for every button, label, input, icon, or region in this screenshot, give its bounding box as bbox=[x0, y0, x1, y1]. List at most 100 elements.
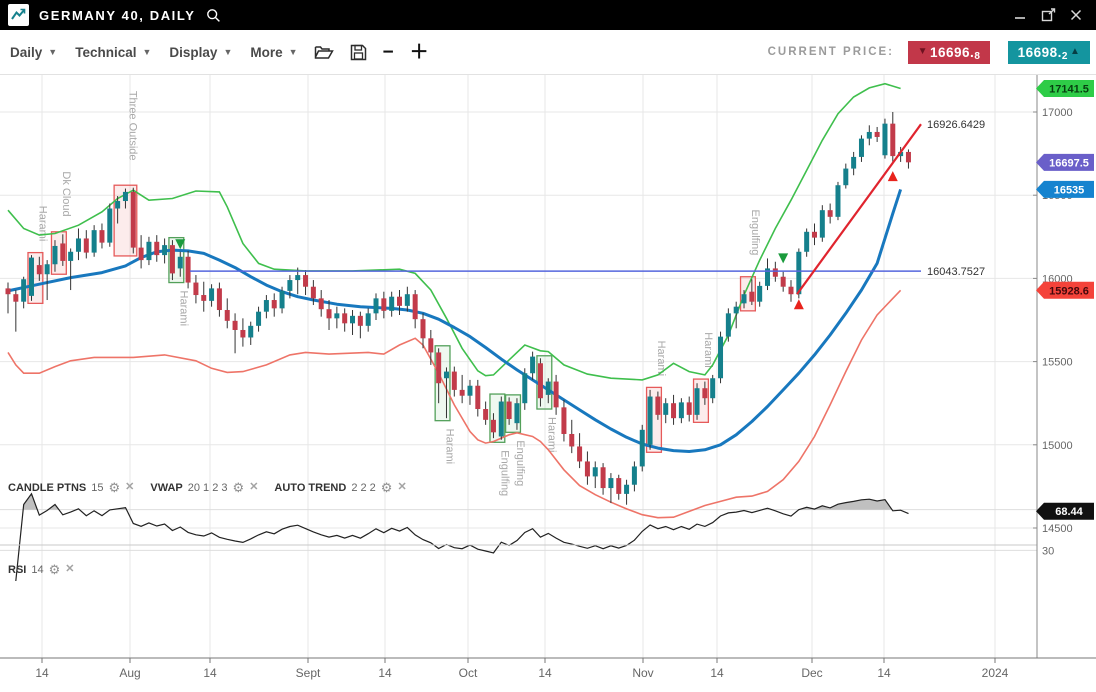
time-axis-label: 14 bbox=[877, 666, 891, 680]
time-axis-label: Sept bbox=[296, 666, 321, 680]
candle-up bbox=[123, 192, 128, 201]
pattern-label: Harami bbox=[702, 332, 714, 367]
candle-up bbox=[350, 316, 355, 323]
candle-up bbox=[514, 403, 519, 423]
price-tag: 17141.5 bbox=[1036, 80, 1094, 97]
candle-up bbox=[757, 286, 762, 302]
candle-up bbox=[280, 291, 285, 308]
candle-down bbox=[452, 372, 457, 390]
zoom-in-button[interactable]: ＋ bbox=[410, 43, 429, 62]
sell-signal-icon bbox=[778, 253, 788, 263]
candle-down bbox=[773, 268, 778, 276]
menu-daily[interactable]: Daily ▼ bbox=[10, 45, 57, 60]
price-tag-value: 17141.5 bbox=[1049, 83, 1089, 95]
zoom-out-button[interactable]: − bbox=[383, 43, 394, 62]
arrow-down-icon: ▼ bbox=[918, 47, 928, 57]
candle-down bbox=[655, 397, 660, 415]
candle-up bbox=[734, 307, 739, 314]
candle-down bbox=[240, 330, 245, 337]
time-axis-label: Oct bbox=[459, 666, 478, 680]
close-button[interactable] bbox=[1066, 5, 1086, 25]
pattern-label: Engulfing bbox=[498, 450, 510, 496]
app-chart-icon bbox=[8, 4, 29, 26]
candle-up bbox=[882, 124, 887, 156]
price-chart-canvas[interactable]: HaramiDk CloudThree OutsideHaramiHaramiE… bbox=[0, 75, 1096, 687]
candle-up bbox=[52, 246, 57, 264]
candle-down bbox=[272, 300, 277, 308]
candle-down bbox=[139, 248, 144, 260]
upper-band-line bbox=[8, 84, 901, 380]
candle-down bbox=[569, 434, 574, 446]
candle-down bbox=[781, 277, 786, 287]
menu-more[interactable]: More ▼ bbox=[250, 45, 297, 60]
indicator-name: VWAP bbox=[150, 482, 182, 494]
candle-up bbox=[843, 169, 848, 186]
candle-up bbox=[593, 467, 598, 476]
price-tag: 16535 bbox=[1036, 181, 1094, 198]
gear-icon[interactable]: ⚙ bbox=[381, 481, 393, 494]
candle-down bbox=[84, 238, 89, 252]
menu-technical[interactable]: Technical ▼ bbox=[75, 45, 151, 60]
candle-down bbox=[828, 210, 833, 217]
trend-line-value: 16926.6429 bbox=[927, 119, 985, 131]
remove-indicator-icon[interactable]: ✕ bbox=[65, 564, 74, 575]
candle-up bbox=[366, 313, 371, 325]
gear-icon[interactable]: ⚙ bbox=[233, 481, 245, 494]
lower-indicator-row: RSI 14 ⚙ ✕ bbox=[8, 563, 74, 576]
indicator-auto-trend: AUTO TREND 2 2 2 ⚙ ✕ bbox=[274, 481, 406, 494]
rsi-level-label: 30 bbox=[1042, 545, 1054, 557]
gear-icon[interactable]: ⚙ bbox=[108, 481, 120, 494]
indicator-name: CANDLE PTNS bbox=[8, 482, 86, 494]
candle-up bbox=[405, 294, 410, 306]
candle-down bbox=[342, 313, 347, 323]
candle-down bbox=[327, 309, 332, 318]
candle-down bbox=[303, 275, 308, 287]
candle-down bbox=[491, 420, 496, 432]
popout-button[interactable] bbox=[1038, 5, 1058, 25]
ask-value: 16698. bbox=[1018, 45, 1062, 60]
pattern-label: Harami bbox=[655, 341, 667, 376]
candle-down bbox=[381, 298, 386, 310]
remove-indicator-icon[interactable]: ✕ bbox=[125, 482, 134, 493]
ask-price-badge: 16698.2 ▲ bbox=[1008, 41, 1090, 64]
candle-down bbox=[561, 407, 566, 434]
candle-down bbox=[601, 467, 606, 488]
candle-up bbox=[867, 132, 872, 139]
indicator-rsi: RSI 14 ⚙ ✕ bbox=[8, 563, 74, 576]
time-axis-label: Nov bbox=[632, 666, 653, 680]
candle-up bbox=[287, 280, 292, 291]
remove-indicator-icon[interactable]: ✕ bbox=[249, 482, 258, 493]
rsi-panel: 7030 bbox=[16, 494, 1054, 581]
candle-down bbox=[460, 390, 465, 396]
indicator-name: RSI bbox=[8, 564, 26, 576]
chevron-down-icon: ▼ bbox=[142, 47, 151, 57]
pattern-label: Harami bbox=[177, 291, 189, 326]
price-axis-label: 17000 bbox=[1042, 107, 1073, 119]
save-icon[interactable] bbox=[350, 44, 367, 61]
chart-area[interactable]: HaramiDk CloudThree OutsideHaramiHaramiE… bbox=[0, 75, 1096, 687]
open-folder-icon[interactable] bbox=[314, 44, 334, 60]
candle-down bbox=[616, 478, 621, 494]
candle-up bbox=[726, 313, 731, 336]
bid-value: 16696. bbox=[930, 45, 974, 60]
time-axis-label: 14 bbox=[378, 666, 392, 680]
rsi-value-tag: 68.44 bbox=[1036, 503, 1094, 520]
overlay-indicator-row: CANDLE PTNS 15 ⚙ ✕ VWAP 20 1 2 3 ⚙ ✕ AUT… bbox=[8, 481, 407, 494]
candle-up bbox=[710, 378, 715, 398]
candle-up bbox=[295, 275, 300, 280]
candle-up bbox=[162, 245, 167, 255]
candle-down bbox=[186, 257, 191, 283]
bid-price-badge: ▼ 16696.8 bbox=[908, 41, 990, 64]
search-icon[interactable] bbox=[206, 8, 221, 23]
remove-indicator-icon[interactable]: ✕ bbox=[397, 482, 406, 493]
gear-icon[interactable]: ⚙ bbox=[49, 563, 61, 576]
window-title: GERMANY 40, DAILY bbox=[39, 8, 196, 23]
minimize-button[interactable] bbox=[1010, 5, 1030, 25]
candle-up bbox=[21, 279, 26, 301]
candles bbox=[6, 112, 911, 505]
horizontal-line-value: 16043.7527 bbox=[927, 266, 985, 278]
candle-down bbox=[217, 288, 222, 310]
candle-down bbox=[585, 461, 590, 476]
menu-display[interactable]: Display ▼ bbox=[169, 45, 232, 60]
candle-up bbox=[663, 403, 668, 415]
